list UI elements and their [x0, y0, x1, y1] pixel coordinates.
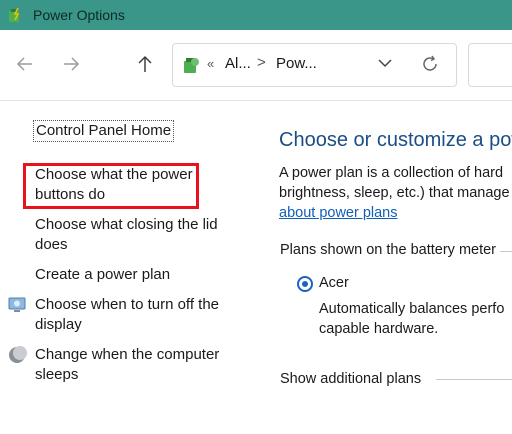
title-bar: Power Options — [0, 0, 512, 30]
sidebar-item-label: Choose what closing the lid — [35, 216, 218, 233]
description-line: brightness, sleep, etc.) that manage — [279, 185, 510, 201]
breadcrumb-power-options[interactable]: Pow... — [276, 55, 317, 72]
sidebar-item-label: Choose when to turn off the — [35, 296, 220, 313]
show-additional-plans-toggle[interactable]: Show additional plans — [280, 371, 421, 387]
plan-description-line: Automatically balances perfo — [319, 301, 505, 317]
divider — [436, 379, 512, 380]
monitor-icon — [8, 297, 26, 312]
divider — [500, 251, 512, 252]
arrow-right-icon — [64, 57, 80, 71]
about-power-plans-link[interactable]: about power plans — [279, 203, 398, 223]
sidebar-item-label: sleeps — [35, 366, 79, 383]
chevron-down-icon[interactable] — [375, 53, 395, 73]
arrow-up-icon — [138, 55, 152, 72]
forward-button[interactable] — [59, 54, 83, 78]
window-title: Power Options — [33, 7, 125, 23]
page-description: A power plan is a collection of hard bri… — [279, 163, 510, 203]
sidebar-item-power-buttons[interactable]: Choose what the power buttons do — [35, 165, 193, 205]
moon-icon — [9, 346, 27, 363]
breadcrumb-chevron[interactable]: > — [257, 54, 266, 71]
sidebar-item-label: Choose what the power — [35, 166, 193, 183]
address-bar[interactable]: « Al... > Pow... — [172, 43, 457, 87]
plan-name[interactable]: Acer — [319, 275, 349, 291]
back-button[interactable] — [13, 54, 37, 78]
description-line: A power plan is a collection of hard — [279, 165, 504, 181]
sidebar-item-computer-sleeps[interactable]: Change when the computer sleeps — [35, 345, 219, 385]
left-panel: Control Panel Home Choose what the power… — [0, 101, 255, 434]
sidebar-item-create-plan[interactable]: Create a power plan — [35, 265, 170, 285]
control-panel-icon — [184, 58, 199, 73]
plan-description-line: capable hardware. — [319, 321, 439, 337]
control-panel-home-link[interactable]: Control Panel Home — [33, 120, 175, 142]
section-heading: Plans shown on the battery meter — [280, 242, 497, 258]
sidebar-item-closing-lid[interactable]: Choose what closing the lid does — [35, 215, 218, 255]
breadcrumb-overflow[interactable]: « — [207, 56, 214, 71]
navigation-bar: « Al... > Pow... — [0, 30, 512, 101]
refresh-icon[interactable] — [420, 54, 440, 74]
page-title: Choose or customize a pow — [279, 129, 512, 151]
sidebar-item-turn-off-display[interactable]: Choose when to turn off the display — [35, 295, 219, 335]
sidebar-item-label: Create a power plan — [35, 266, 171, 283]
sidebar-item-label: display — [35, 316, 82, 333]
up-button[interactable] — [133, 54, 157, 78]
sidebar-item-label: buttons do — [35, 186, 106, 203]
arrow-left-icon — [16, 57, 32, 71]
breadcrumb-all-control-panel[interactable]: Al... — [225, 55, 251, 72]
sidebar-item-label: does — [35, 236, 68, 253]
sidebar-item-label: Change when the computer — [35, 346, 220, 363]
search-box[interactable] — [468, 43, 512, 87]
power-options-icon — [9, 7, 20, 22]
plan-description: Automatically balances perfo capable har… — [319, 299, 504, 339]
plan-radio-acer[interactable] — [297, 276, 313, 292]
